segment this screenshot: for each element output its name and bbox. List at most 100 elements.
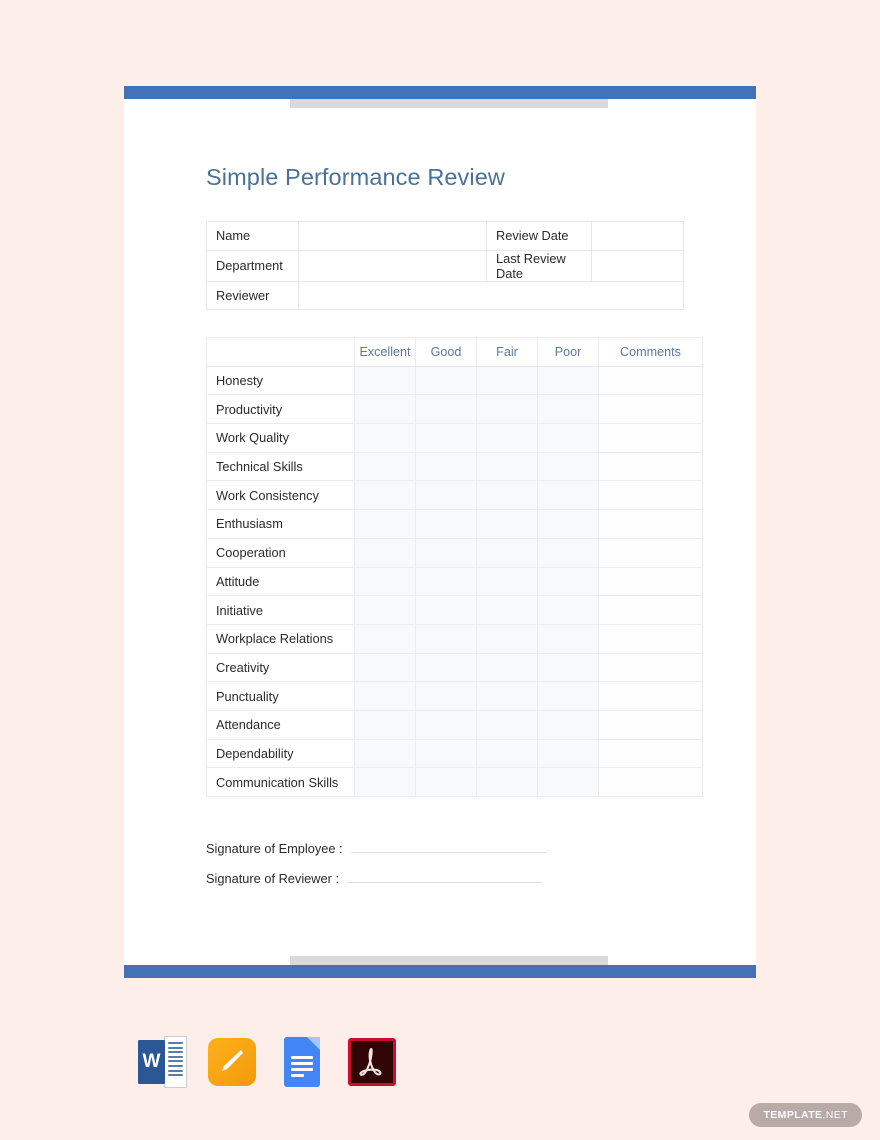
comments-cell[interactable] <box>598 509 703 539</box>
rating-cell-poor[interactable] <box>537 566 599 597</box>
comments-cell[interactable] <box>598 537 703 568</box>
comments-cell[interactable] <box>598 623 703 654</box>
google-docs-icon[interactable] <box>276 1036 328 1088</box>
rating-cell-fair[interactable] <box>476 652 538 683</box>
rating-cell-fair[interactable] <box>476 595 538 625</box>
rating-cell-excellent[interactable] <box>354 709 416 740</box>
comments-cell[interactable] <box>598 709 703 740</box>
info-value-cell[interactable] <box>298 221 487 251</box>
rating-cell-excellent[interactable] <box>354 509 416 539</box>
rating-cell-fair[interactable] <box>476 767 538 797</box>
rating-cell-good[interactable] <box>415 394 477 425</box>
rating-cell-excellent[interactable] <box>354 394 416 425</box>
rating-cell-poor[interactable] <box>537 365 599 396</box>
rating-cell-good[interactable] <box>415 423 477 453</box>
rating-cell-fair[interactable] <box>476 394 538 425</box>
rating-cell-poor[interactable] <box>537 595 599 625</box>
rating-table-body: Honesty Productivity Work Quality Technical… <box>206 365 703 797</box>
rating-cell-excellent[interactable] <box>354 365 416 396</box>
rating-cell-fair[interactable] <box>476 681 538 711</box>
microsoft-word-icon[interactable]: W <box>136 1036 188 1088</box>
info-value-cell[interactable] <box>298 280 684 310</box>
rating-cell-good[interactable] <box>415 595 477 625</box>
rating-cell-fair[interactable] <box>476 509 538 539</box>
performance-rating-table: Excellent Good Fair Poor Comments Honesty Pro… <box>206 337 703 797</box>
rating-cell-poor[interactable] <box>537 623 599 654</box>
rating-cell-excellent[interactable] <box>354 595 416 625</box>
rating-cell-poor[interactable] <box>537 509 599 539</box>
rating-row: Communication Skills <box>206 767 703 797</box>
rating-cell-good[interactable] <box>415 738 477 769</box>
signature-input-line[interactable] <box>350 852 546 853</box>
rating-cell-excellent[interactable] <box>354 652 416 683</box>
rating-row: Dependability <box>206 738 703 769</box>
comments-cell[interactable] <box>598 767 703 797</box>
top-tab-strip <box>290 99 608 108</box>
comments-cell[interactable] <box>598 365 703 396</box>
rating-cell-good[interactable] <box>415 652 477 683</box>
criterion-label: Attendance <box>206 709 355 740</box>
document-sheet: Simple Performance Review Name Review Dat… <box>124 86 756 978</box>
comments-cell[interactable] <box>598 394 703 425</box>
rating-cell-good[interactable] <box>415 451 477 482</box>
rating-cell-fair[interactable] <box>476 566 538 597</box>
rating-cell-good[interactable] <box>415 365 477 396</box>
rating-cell-excellent[interactable] <box>354 566 416 597</box>
rating-cell-excellent[interactable] <box>354 537 416 568</box>
rating-cell-good[interactable] <box>415 480 477 511</box>
rating-cell-fair[interactable] <box>476 480 538 511</box>
info-value-cell[interactable] <box>298 249 487 282</box>
rating-cell-poor[interactable] <box>537 423 599 453</box>
rating-cell-excellent[interactable] <box>354 480 416 511</box>
comments-cell[interactable] <box>598 652 703 683</box>
rating-cell-excellent[interactable] <box>354 423 416 453</box>
rating-cell-excellent[interactable] <box>354 681 416 711</box>
comments-cell[interactable] <box>598 595 703 625</box>
comments-cell[interactable] <box>598 738 703 769</box>
info-value-cell[interactable] <box>591 221 684 251</box>
rating-row: Creativity <box>206 652 703 683</box>
rating-cell-good[interactable] <box>415 623 477 654</box>
comments-cell[interactable] <box>598 423 703 453</box>
rating-cell-fair[interactable] <box>476 738 538 769</box>
info-label-cell: Last Review Date <box>486 249 592 282</box>
apple-pages-icon[interactable] <box>206 1036 258 1088</box>
rating-cell-excellent[interactable] <box>354 451 416 482</box>
rating-cell-poor[interactable] <box>537 394 599 425</box>
comments-cell[interactable] <box>598 566 703 597</box>
rating-cell-good[interactable] <box>415 681 477 711</box>
rating-cell-excellent[interactable] <box>354 623 416 654</box>
rating-cell-poor[interactable] <box>537 681 599 711</box>
bottom-accent-bar <box>124 965 756 978</box>
rating-cell-excellent[interactable] <box>354 767 416 797</box>
rating-cell-good[interactable] <box>415 709 477 740</box>
gdocs-fold-corner <box>307 1037 320 1050</box>
info-value-cell[interactable] <box>591 249 684 282</box>
rating-cell-fair[interactable] <box>476 623 538 654</box>
signature-input-line[interactable] <box>347 882 543 883</box>
template-net-badge[interactable]: TEMPLATE.NET <box>749 1103 862 1127</box>
rating-cell-fair[interactable] <box>476 423 538 453</box>
rating-cell-poor[interactable] <box>537 652 599 683</box>
rating-cell-good[interactable] <box>415 537 477 568</box>
rating-cell-fair[interactable] <box>476 365 538 396</box>
rating-cell-poor[interactable] <box>537 451 599 482</box>
rating-cell-fair[interactable] <box>476 451 538 482</box>
rating-cell-poor[interactable] <box>537 767 599 797</box>
rating-cell-fair[interactable] <box>476 709 538 740</box>
comments-cell[interactable] <box>598 480 703 511</box>
rating-cell-poor[interactable] <box>537 537 599 568</box>
rating-cell-good[interactable] <box>415 566 477 597</box>
rating-cell-poor[interactable] <box>537 709 599 740</box>
page-title: Simple Performance Review <box>206 164 505 190</box>
rating-cell-poor[interactable] <box>537 738 599 769</box>
rating-row: Honesty <box>206 365 703 396</box>
adobe-pdf-icon[interactable] <box>346 1036 398 1088</box>
rating-cell-poor[interactable] <box>537 480 599 511</box>
rating-cell-good[interactable] <box>415 509 477 539</box>
rating-cell-good[interactable] <box>415 767 477 797</box>
comments-cell[interactable] <box>598 451 703 482</box>
comments-cell[interactable] <box>598 681 703 711</box>
rating-cell-excellent[interactable] <box>354 738 416 769</box>
rating-cell-fair[interactable] <box>476 537 538 568</box>
